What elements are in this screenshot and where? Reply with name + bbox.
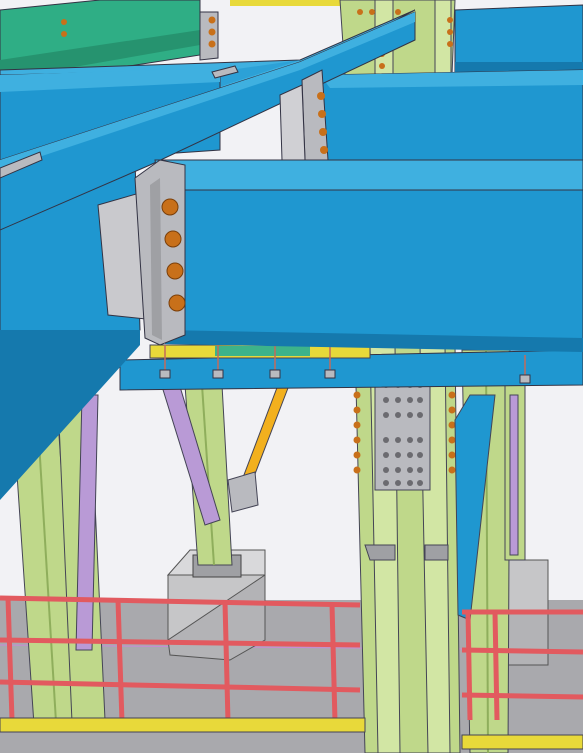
column-main [354,344,461,753]
grating-edge-right [461,734,583,750]
grating-strip-green [215,346,310,356]
end-plate-front-edge [150,178,162,340]
top-yellow-edge [230,0,350,6]
grating-edge-left [0,717,366,733]
cross-beam-top [154,159,583,191]
brace-purple-right [509,394,519,556]
end-plate-mid-back [279,84,306,161]
model-viewport[interactable] [0,0,583,753]
cross-beam-web [159,189,583,351]
steel-structure-scene [0,0,583,753]
